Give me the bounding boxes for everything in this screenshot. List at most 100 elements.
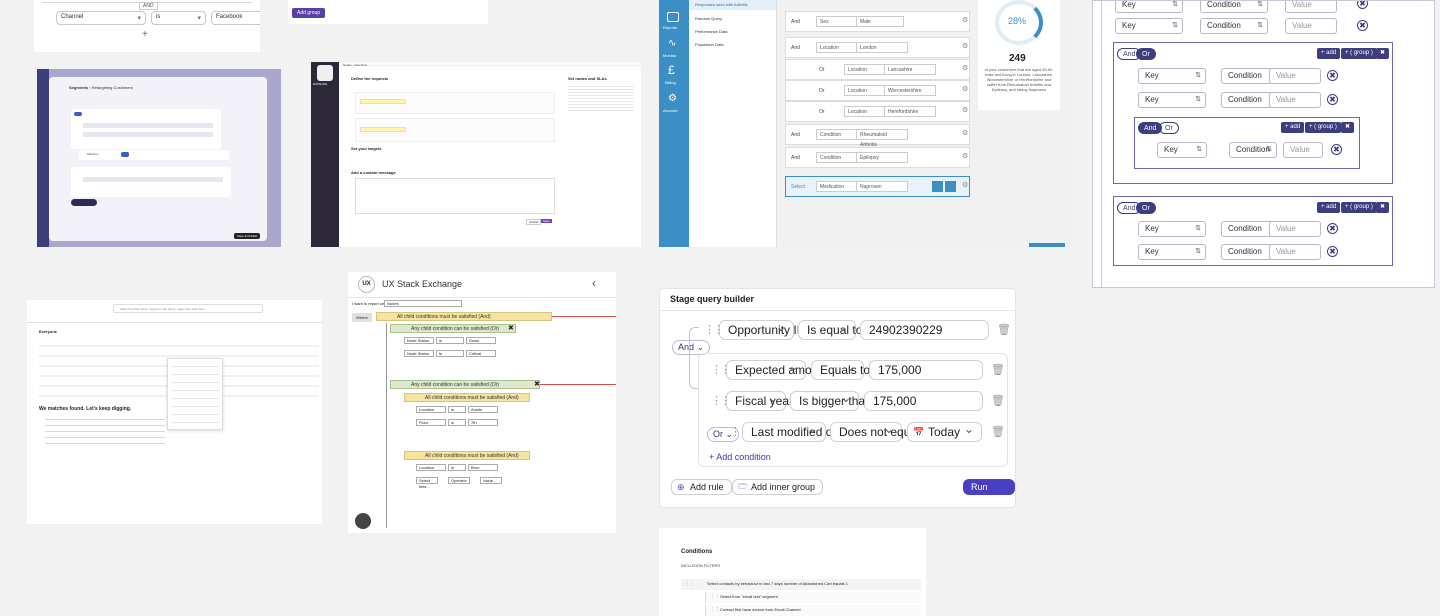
add-inner-group-button[interactable]: 🗁 Add inner group (732, 479, 824, 495)
gear-icon[interactable]: ⚙ (962, 42, 968, 50)
value-input[interactable]: London (856, 42, 908, 53)
condition-select[interactable]: Condition (1200, 1, 1268, 13)
gear-icon[interactable]: ⚙ (962, 152, 968, 160)
account-gear-icon[interactable]: ⚙ (668, 93, 677, 104)
chevron-left-icon[interactable]: ‹ (592, 276, 596, 290)
condition-row-2[interactable]: ⋮⋮ Select from "email test" segment (705, 592, 921, 603)
drag-handle-icon[interactable]: ⋮⋮ (710, 594, 720, 600)
suggestion-dropdown[interactable] (167, 358, 223, 430)
operator-select[interactable]: is (448, 419, 466, 426)
or-pill[interactable]: Or (1136, 202, 1156, 214)
menu-item-arthritis[interactable]: Responses seen with Arthritis (695, 2, 747, 7)
add-button[interactable]: + add (1281, 122, 1305, 133)
monitor-icon[interactable]: ∿ (668, 38, 676, 49)
value-input[interactable]: Worcestershire (884, 85, 936, 96)
field-select[interactable]: Fiscal year (726, 389, 793, 411)
health-query-row[interactable]: And Condition Rheumatoid Arthritis ⚙ (785, 124, 970, 148)
value-input[interactable]: Value (1285, 18, 1337, 34)
channel-field[interactable]: Channel (56, 11, 146, 25)
save-button[interactable]: Save (541, 219, 552, 223)
value-select[interactable]: Brno (468, 464, 498, 471)
gear-icon[interactable]: ⚙ (962, 106, 968, 114)
field-select[interactable]: Expected amount (726, 358, 828, 380)
value-select[interactable]: Down (466, 337, 496, 344)
request-input[interactable] (360, 127, 406, 132)
delete-button[interactable] (945, 181, 956, 192)
close-icon[interactable]: ✖ (1327, 223, 1338, 234)
key-select[interactable]: Key (1138, 221, 1206, 237)
cancel-button[interactable]: Cancel (526, 219, 542, 225)
operator-select[interactable]: is (436, 337, 464, 344)
value-input[interactable]: Value (1269, 221, 1321, 237)
operator-select[interactable]: is (448, 464, 466, 471)
health-query-row[interactable]: Or Location Herefordshire ⚙ (785, 101, 970, 122)
date-select[interactable]: 📅 Today (907, 420, 982, 442)
close-icon[interactable]: ✖ (534, 380, 540, 388)
delete-group-icon[interactable]: ✖ (1341, 122, 1355, 133)
reports-icon[interactable] (667, 12, 679, 22)
billing-icon[interactable]: £ (668, 63, 675, 77)
nav-account[interactable]: Account (663, 108, 677, 113)
operator-select[interactable]: is (436, 350, 464, 357)
operator-select[interactable]: Does not equal (830, 420, 920, 442)
key-select[interactable]: Key (1115, 1, 1183, 13)
condition-row-3[interactable]: ⋮⋮ Contact first have source from Email … (705, 605, 921, 616)
key-select[interactable]: Key (1138, 92, 1206, 108)
close-icon[interactable]: ✖ (1331, 144, 1342, 155)
trash-icon[interactable]: 🗑 (991, 425, 1005, 438)
field-select[interactable]: Node Status (404, 350, 434, 357)
close-icon[interactable]: ✖ (1327, 246, 1338, 257)
delete-group-icon[interactable]: ✖ (1376, 202, 1390, 213)
run-query-button[interactable]: Run Query (963, 479, 1015, 506)
all-conditions-bar[interactable]: All child conditions must be satisfied (… (404, 393, 530, 402)
drag-handle-icon[interactable]: ⋮⋮ (710, 607, 720, 613)
value-input[interactable]: Epilepsy (856, 152, 908, 163)
condition-row-1[interactable]: ⋮⋮ Select contacts by behaviour in last … (681, 579, 921, 590)
gear-icon[interactable]: ⚙ (962, 16, 968, 24)
value-input[interactable]: Value (1269, 244, 1321, 260)
value-input[interactable]: 24902390229 (860, 320, 989, 340)
screenshot-icon[interactable] (355, 513, 371, 529)
menu-item-performance[interactable]: Performance Data (695, 29, 727, 34)
operator-select[interactable]: Is bigger than (790, 389, 872, 411)
add-group-button[interactable]: + ( group ) (1341, 48, 1377, 59)
confirm-button[interactable] (932, 181, 943, 192)
value-input[interactable]: 175,000 (864, 391, 983, 411)
trash-icon[interactable]: 🗑 (997, 323, 1011, 336)
any-conditions-bar[interactable]: Any child condition can be satisfied (Or… (390, 324, 516, 333)
health-query-row[interactable]: And Location London ⚙ (785, 37, 970, 58)
request-input[interactable] (360, 99, 406, 104)
value-input[interactable]: Lancashire (884, 64, 936, 75)
health-query-row[interactable]: Or Location Worcestershire ⚙ (785, 80, 970, 101)
menu-item-population[interactable]: Population Data (695, 42, 723, 47)
value-select[interactable]: Value... (480, 477, 502, 484)
value-field[interactable]: Facebook (211, 11, 260, 25)
or-pill[interactable]: Or (1136, 48, 1156, 60)
gear-icon[interactable]: ⚙ (962, 129, 968, 137)
value-input[interactable]: Rheumatoid Arthritis (856, 129, 908, 148)
add-group-button[interactable]: Add group (292, 8, 326, 18)
operator-field[interactable]: is (151, 11, 206, 25)
add-button[interactable]: + add (1317, 48, 1341, 59)
field-select[interactable]: Location (416, 406, 446, 413)
gear-icon[interactable]: ⚙ (962, 181, 968, 189)
menu-item-random[interactable]: Random Query (695, 16, 722, 21)
field-select[interactable]: Select field... (416, 477, 438, 489)
add-group-button[interactable]: + ( group ) (1341, 202, 1377, 213)
save-publish-button[interactable]: Save & Publish (234, 233, 261, 239)
toggle[interactable] (74, 112, 82, 116)
condition-select[interactable]: Condition (1200, 18, 1268, 34)
value-select[interactable]: Austin (468, 406, 498, 413)
health-query-row[interactable]: And Condition Epilepsy ⚙ (785, 147, 970, 168)
value-input[interactable]: Herefordshire (884, 106, 936, 117)
all-conditions-bar[interactable]: All child conditions must be satisfied (… (376, 312, 552, 321)
delete-group-icon[interactable]: ✖ (1376, 48, 1390, 59)
value-select[interactable]: Critical (466, 350, 496, 357)
search-input[interactable]: Search by first name, segment, last name… (113, 304, 263, 313)
tab-everyone[interactable]: Everyone (39, 329, 57, 334)
match-toggle[interactable] (121, 152, 129, 157)
nav-monitor[interactable]: Monitor (663, 53, 676, 58)
add-group-pill[interactable] (71, 199, 97, 206)
gear-icon[interactable]: ⚙ (962, 85, 968, 93)
trash-icon[interactable]: 🗑 (991, 394, 1005, 407)
